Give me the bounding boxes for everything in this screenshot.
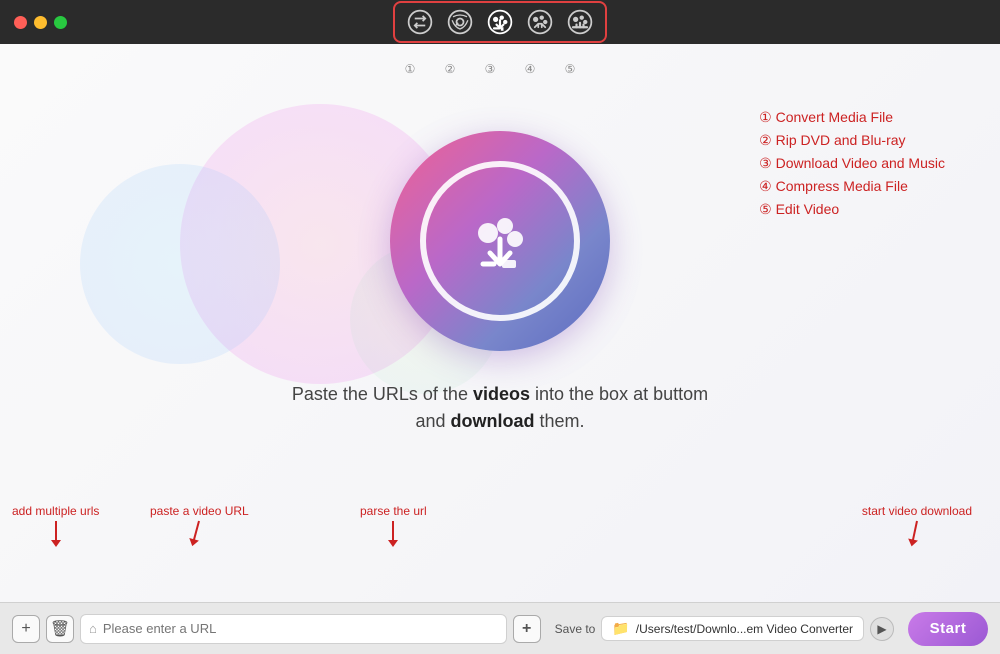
annotation-parse-url: parse the url [360, 504, 427, 541]
annotations-area: add multiple urls paste a video URL pars… [0, 504, 1000, 564]
icon-num-3: ③ [475, 62, 505, 76]
parse-url-button[interactable]: + [513, 615, 541, 643]
toolbar-convert-icon[interactable] [405, 7, 435, 37]
close-button[interactable] [14, 16, 27, 29]
arrow-parse-url [392, 521, 394, 541]
url-input-wrapper: ⌂ [80, 614, 507, 644]
save-to-section: Save to 📁 /Users/test/Downlo...em Video … [547, 616, 902, 641]
open-save-folder-button[interactable]: ▶ [870, 617, 894, 641]
add-icon: + [21, 620, 30, 638]
trash-icon: 🗑 [50, 619, 70, 639]
icon-num-5: ⑤ [555, 62, 585, 76]
icon-num-2: ② [435, 62, 465, 76]
instruction-text: Paste the URLs of the videos into the bo… [292, 381, 708, 435]
start-download-button[interactable]: Start [908, 612, 988, 646]
toolbar [393, 1, 607, 43]
toolbar-rip-dvd-icon[interactable] [445, 7, 475, 37]
add-url-button[interactable]: + [12, 615, 40, 643]
toolbar-edit-icon[interactable] [565, 7, 595, 37]
main-content: ① ② ③ ④ ⑤ ① Convert Media File ② Rip DVD… [0, 44, 1000, 654]
toolbar-download-icon[interactable] [485, 7, 515, 37]
feature-item-2: ② Rip DVD and Blu-ray [759, 132, 945, 149]
save-path-button[interactable]: 📁 /Users/test/Downlo...em Video Converte… [601, 616, 864, 641]
feature-item-1: ① Convert Media File [759, 109, 945, 126]
minimize-button[interactable] [34, 16, 47, 29]
maximize-button[interactable] [54, 16, 67, 29]
arrow-add-urls [55, 521, 57, 541]
arrow-paste-url [193, 521, 200, 541]
icon-num-4: ④ [515, 62, 545, 76]
url-input[interactable] [103, 621, 498, 636]
feature-item-4: ④ Compress Media File [759, 178, 945, 195]
annotation-start-download: start video download [862, 504, 972, 541]
delete-url-button[interactable]: 🗑 [46, 615, 74, 643]
bg-blob-blue [80, 164, 280, 364]
folder-icon: 📁 [612, 620, 629, 637]
traffic-lights [14, 16, 67, 29]
icon-numbers-row: ① ② ③ ④ ⑤ [325, 44, 655, 76]
bottom-bar: + 🗑 ⌂ + Save to 📁 /Users/test/Downlo...e… [0, 602, 1000, 654]
main-icon-inner [420, 161, 580, 321]
main-app-icon [390, 131, 610, 351]
save-to-label: Save to [555, 622, 596, 636]
save-path-text: /Users/test/Downlo...em Video Converter [636, 622, 853, 636]
toolbar-compress-icon[interactable] [525, 7, 555, 37]
annotation-add-urls: add multiple urls [12, 504, 99, 541]
annotation-paste-url: paste a video URL [150, 504, 249, 541]
titlebar [0, 0, 1000, 44]
feature-item-5: ⑤ Edit Video [759, 201, 945, 218]
icon-num-1: ① [395, 62, 425, 76]
arrow-start-download [912, 521, 918, 541]
arrow-right-icon: ▶ [877, 622, 886, 636]
url-icon: ⌂ [89, 621, 97, 636]
feature-item-3: ③ Download Video and Music [759, 155, 945, 172]
feature-list: ① Convert Media File ② Rip DVD and Blu-r… [759, 109, 945, 218]
